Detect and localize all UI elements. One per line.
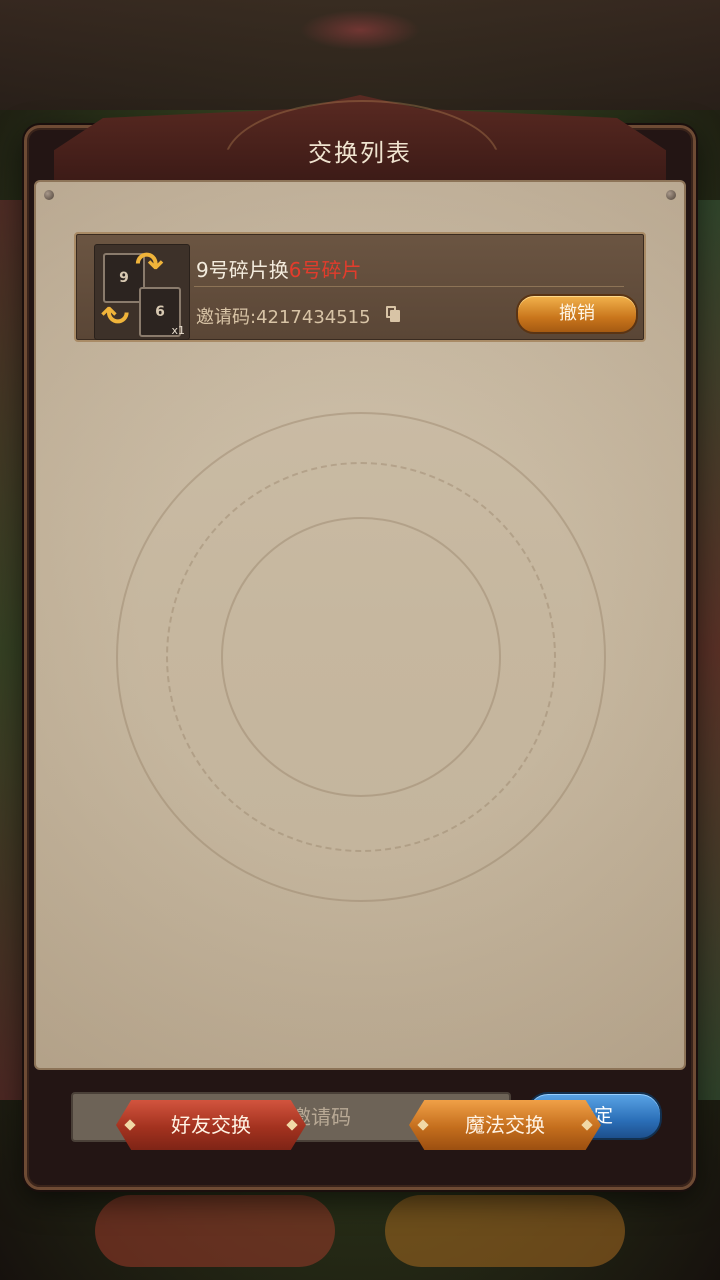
exchange-list-item: 9 6 ↷ ↷ x1 9号碎片换6号碎片 邀请码:4217434515 撤销 [74,232,646,342]
cancel-exchange-button[interactable]: 撤销 [516,294,638,334]
rivet-icon [44,190,54,200]
background-button-right [385,1195,625,1267]
diamond-icon [417,1119,429,1131]
swap-arrow-icon: ↷ [135,245,164,285]
invite-code-label: 邀请码:4217434515 [196,307,371,328]
background-button-left [95,1195,335,1267]
friend-exchange-label: 好友交换 [171,1113,251,1137]
exchange-title-prefix: 9号碎片换 [196,258,289,282]
magic-exchange-label: 魔法交换 [465,1113,545,1137]
dialog-title: 交换列表 [308,139,412,167]
exchange-list-dialog: 交换列表 9 6 ↷ ↷ x1 9号碎片换6号碎片 邀请码:4217434515… [24,95,696,1190]
friend-exchange-button[interactable]: 好友交换 [116,1100,306,1150]
background-rank-glow [300,10,420,50]
fragment-swap-icon: 9 6 ↷ ↷ x1 [94,244,190,340]
divider [194,286,624,287]
rivet-icon [666,190,676,200]
copy-icon[interactable] [386,306,400,322]
exchange-title-highlight: 6号碎片 [288,258,362,282]
item-count: x1 [171,324,185,337]
swap-arrow-icon: ↷ [101,291,130,331]
panel-ornament [221,517,501,797]
diamond-icon [124,1119,136,1131]
magic-exchange-button[interactable]: 魔法交换 [409,1100,601,1150]
diamond-icon [286,1119,298,1131]
exchange-panel: 9 6 ↷ ↷ x1 9号碎片换6号碎片 邀请码:4217434515 撤销 确… [34,180,686,1142]
diamond-icon [581,1119,593,1131]
exchange-title: 9号碎片换6号碎片 [196,254,361,283]
